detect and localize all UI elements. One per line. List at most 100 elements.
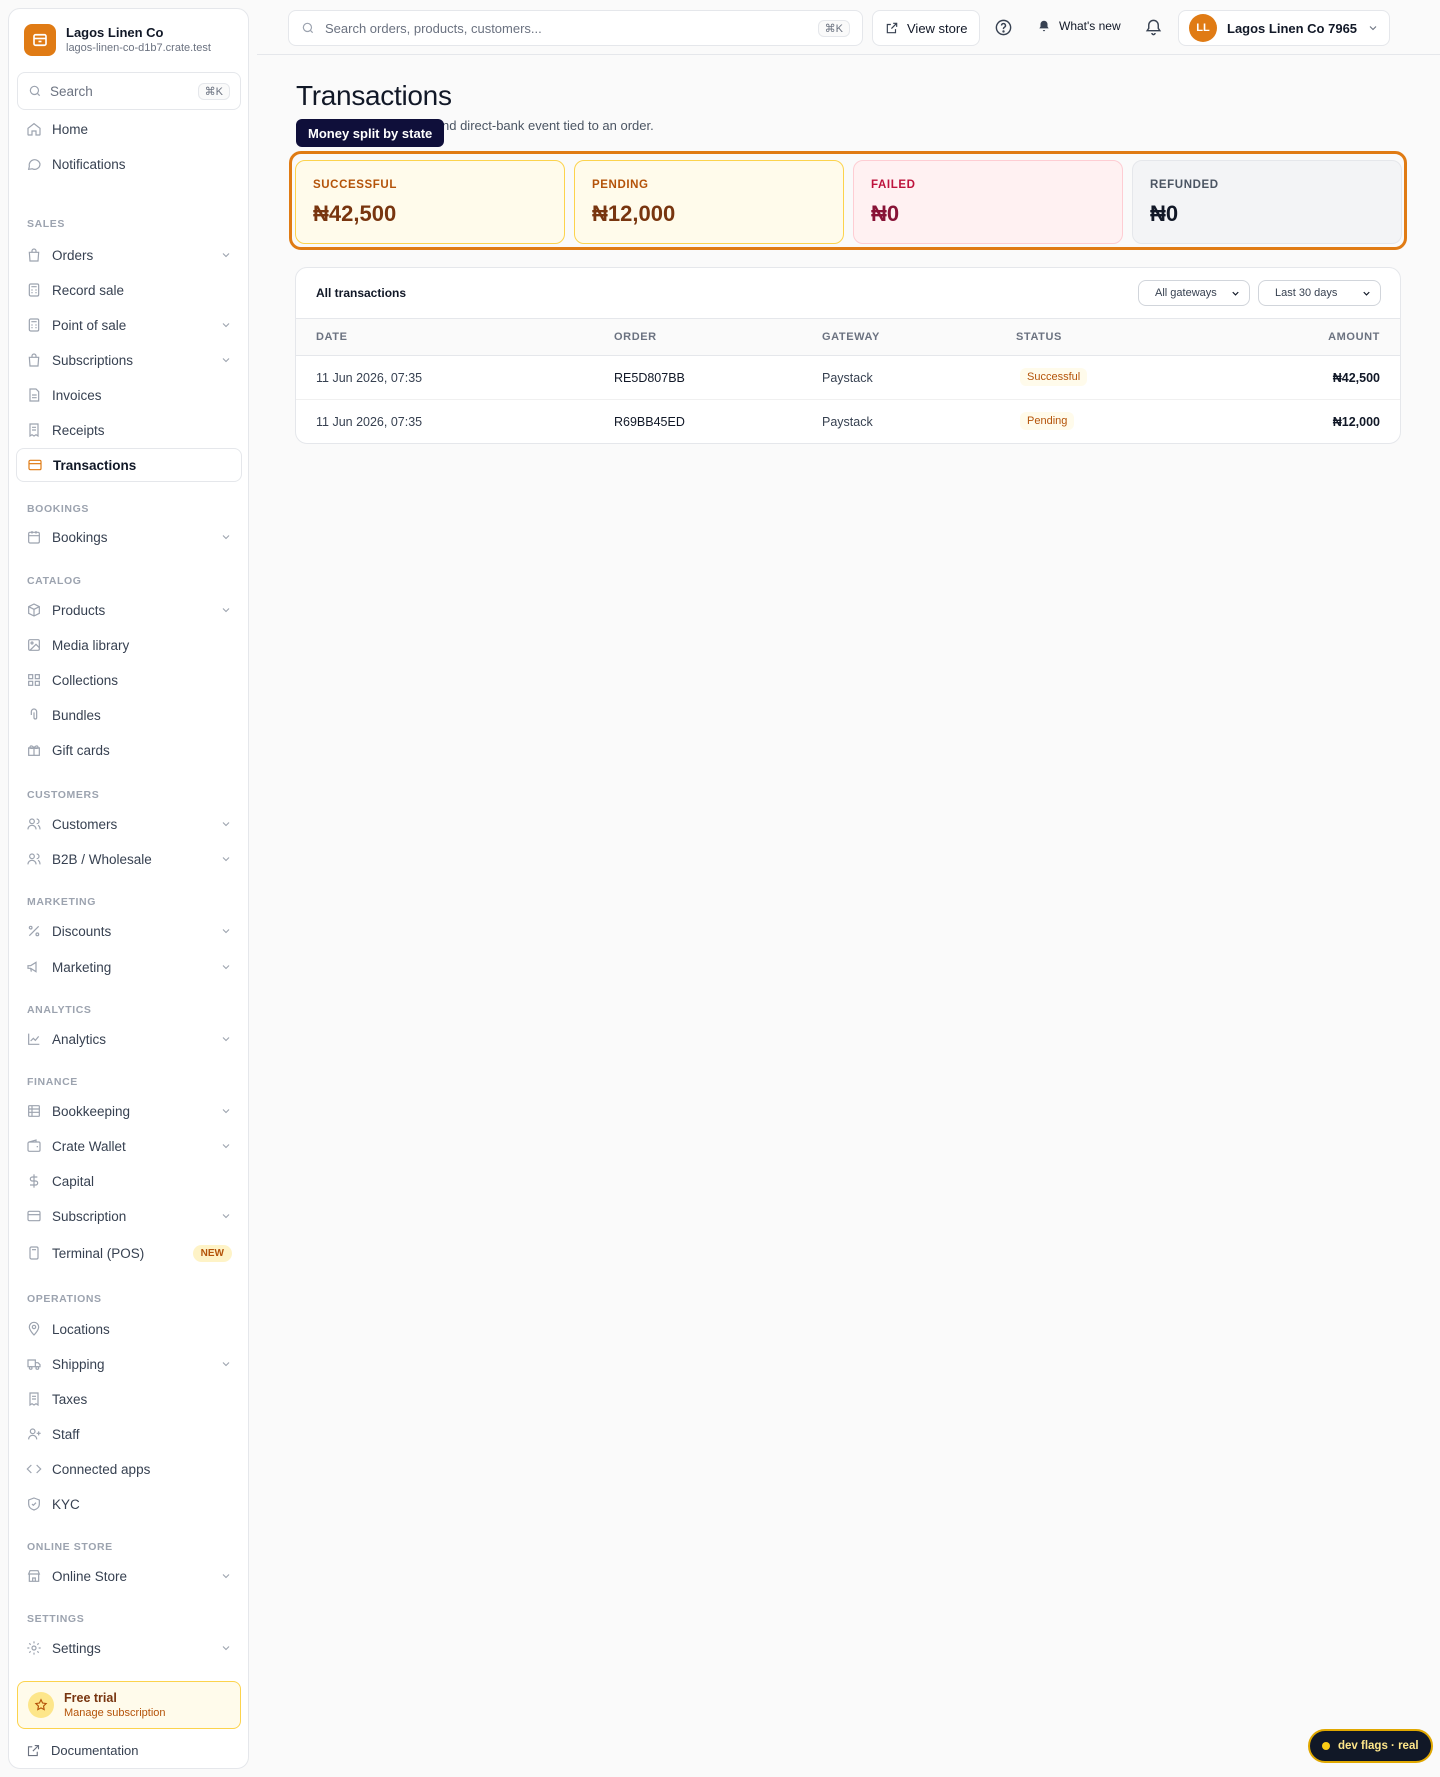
column-header-amount[interactable]: AMOUNT bbox=[1328, 331, 1380, 343]
documentation-link[interactable]: Documentation bbox=[26, 1743, 138, 1758]
sidebar-item-crate-wallet[interactable]: Crate Wallet bbox=[16, 1129, 242, 1163]
sidebar-item-b2b-wholesale[interactable]: B2B / Wholesale bbox=[16, 842, 242, 876]
sidebar-item-products[interactable]: Products bbox=[16, 593, 242, 627]
sidebar-item-online-store[interactable]: Online Store bbox=[16, 1559, 242, 1593]
gateway-filter-select[interactable]: All gateways bbox=[1138, 280, 1250, 306]
sidebar-item-label: Staff bbox=[52, 1426, 80, 1442]
whats-new-label: What's new bbox=[1059, 19, 1121, 33]
sidebar-item-label: Customers bbox=[52, 816, 118, 832]
chevron-down-icon bbox=[222, 535, 230, 540]
global-search-placeholder: Search orders, products, customers... bbox=[325, 20, 542, 36]
credit-card-icon bbox=[28, 459, 42, 471]
sidebar-item-bookkeeping[interactable]: Bookkeeping bbox=[16, 1094, 242, 1128]
sidebar-item-label: Point of sale bbox=[52, 317, 127, 333]
chevron-down-icon bbox=[1369, 26, 1377, 31]
chevron-down-icon bbox=[222, 929, 230, 934]
manage-subscription-link[interactable]: Manage subscription bbox=[64, 1706, 166, 1720]
store-icon bbox=[24, 24, 56, 56]
sidebar-item-point-of-sale[interactable]: Point of sale bbox=[16, 308, 242, 342]
sidebar-item-bookings[interactable]: Bookings bbox=[16, 520, 242, 554]
sidebar-item-collections[interactable]: Collections bbox=[16, 663, 242, 697]
sidebar-item-analytics[interactable]: Analytics bbox=[16, 1022, 242, 1056]
sidebar-item-connected-apps[interactable]: Connected apps bbox=[16, 1452, 242, 1486]
sidebar-item-home[interactable]: Home bbox=[16, 112, 242, 146]
whats-new-button[interactable]: What's new bbox=[1037, 19, 1121, 33]
sidebar-item-label: Bookings bbox=[52, 529, 108, 545]
sidebar-item-subscription[interactable]: Subscription bbox=[16, 1199, 242, 1233]
sidebar-item-transactions[interactable]: Transactions bbox=[16, 448, 242, 482]
sidebar-item-record-sale[interactable]: Record sale bbox=[16, 273, 242, 307]
stat-card-pending: PENDING ₦12,000 bbox=[574, 160, 844, 244]
sidebar-item-customers[interactable]: Customers bbox=[16, 807, 242, 841]
view-store-button[interactable]: View store bbox=[872, 10, 981, 46]
sidebar-item-label: Media library bbox=[52, 637, 130, 653]
free-trial-card[interactable]: Free trial Manage subscription bbox=[17, 1681, 241, 1729]
ledger-icon bbox=[28, 1105, 40, 1117]
dollar-icon bbox=[29, 1174, 39, 1188]
nav-section-bookings: BOOKINGS bbox=[27, 503, 89, 515]
sidebar-item-label: Capital bbox=[52, 1173, 95, 1189]
sidebar-item-label: Gift cards bbox=[52, 742, 110, 758]
nav-section-finance: FINANCE bbox=[27, 1076, 78, 1088]
sidebar-item-taxes[interactable]: Taxes bbox=[16, 1382, 242, 1416]
column-header-gateway[interactable]: GATEWAY bbox=[822, 331, 880, 343]
sidebar-item-subscriptions[interactable]: Subscriptions bbox=[16, 343, 242, 377]
sidebar-item-media-library[interactable]: Media library bbox=[16, 628, 242, 662]
table-header: DATE ORDER GATEWAY STATUS AMOUNT bbox=[296, 318, 1400, 356]
stat-label: REFUNDED bbox=[1150, 179, 1219, 191]
sidebar-item-orders[interactable]: Orders bbox=[16, 238, 242, 272]
sidebar-item-marketing[interactable]: Marketing bbox=[16, 950, 242, 984]
shield-icon bbox=[28, 1497, 40, 1511]
sidebar-item-receipts[interactable]: Receipts bbox=[16, 413, 242, 447]
bell-icon bbox=[1145, 19, 1162, 36]
cell-order[interactable]: R69BB45ED bbox=[614, 415, 685, 429]
help-button[interactable] bbox=[994, 18, 1013, 37]
sidebar-search-shortcut: ⌘K bbox=[197, 82, 230, 100]
stat-card-refunded: REFUNDED ₦0 bbox=[1132, 160, 1402, 244]
sidebar-item-label: Collections bbox=[52, 672, 119, 688]
document-icon bbox=[29, 388, 40, 402]
stat-label: FAILED bbox=[871, 179, 916, 191]
sidebar-item-shipping[interactable]: Shipping bbox=[16, 1347, 242, 1381]
table-row[interactable]: 11 Jun 2026, 07:35 RE5D807BB Paystack Su… bbox=[296, 356, 1400, 400]
cell-order[interactable]: RE5D807BB bbox=[614, 371, 685, 385]
notifications-button[interactable] bbox=[1144, 18, 1163, 37]
sidebar-item-discounts[interactable]: Discounts bbox=[16, 914, 242, 948]
sidebar-item-kyc[interactable]: KYC bbox=[16, 1487, 242, 1521]
sidebar-item-label: Transactions bbox=[53, 457, 137, 473]
sidebar-item-terminal-pos[interactable]: Terminal (POS) NEW bbox=[16, 1236, 242, 1270]
column-header-order[interactable]: ORDER bbox=[614, 331, 657, 343]
sidebar-item-notifications[interactable]: Notifications bbox=[16, 147, 242, 181]
chevron-down-icon bbox=[222, 1144, 230, 1149]
stat-value: ₦12,000 bbox=[592, 201, 676, 226]
chevron-down-icon bbox=[222, 253, 230, 258]
megaphone-icon bbox=[27, 961, 37, 973]
table-row[interactable]: 11 Jun 2026, 07:35 R69BB45ED Paystack Pe… bbox=[296, 400, 1400, 443]
receipt-icon bbox=[29, 1392, 39, 1407]
nav-section-online-store: ONLINE STORE bbox=[27, 1541, 113, 1553]
brand[interactable]: Lagos Linen Co lagos-linen-co-d1b7.crate… bbox=[24, 24, 211, 56]
sidebar-item-staff[interactable]: Staff bbox=[16, 1417, 242, 1451]
account-switcher[interactable]: LL Lagos Linen Co 7965 bbox=[1178, 10, 1391, 46]
sidebar-item-label: KYC bbox=[52, 1496, 80, 1512]
sidebar-search[interactable]: Search ⌘K bbox=[17, 72, 241, 110]
sidebar-item-bundles[interactable]: Bundles bbox=[16, 698, 242, 732]
sidebar-item-label: Orders bbox=[52, 247, 94, 263]
chevron-down-icon bbox=[222, 857, 230, 862]
column-header-status[interactable]: STATUS bbox=[1016, 331, 1062, 343]
sidebar-item-locations[interactable]: Locations bbox=[16, 1312, 242, 1346]
calculator-icon bbox=[28, 283, 40, 297]
date-range-select[interactable]: Last 30 days bbox=[1258, 280, 1381, 306]
sidebar-item-gift-cards[interactable]: Gift cards bbox=[16, 733, 242, 767]
chevron-down-icon bbox=[222, 822, 230, 827]
gift-icon bbox=[28, 745, 40, 756]
column-header-date[interactable]: DATE bbox=[316, 331, 348, 343]
sidebar-item-settings[interactable]: Settings bbox=[16, 1631, 242, 1665]
new-badge: NEW bbox=[192, 1244, 232, 1262]
sidebar-item-invoices[interactable]: Invoices bbox=[16, 378, 242, 412]
sidebar-item-label: Receipts bbox=[52, 422, 105, 438]
dev-flags-pill[interactable]: dev flags · real bbox=[1308, 1729, 1433, 1763]
external-link-icon bbox=[27, 1744, 40, 1757]
sidebar-item-capital[interactable]: Capital bbox=[16, 1164, 242, 1198]
global-search-input[interactable]: Search orders, products, customers... ⌘K bbox=[288, 10, 863, 46]
